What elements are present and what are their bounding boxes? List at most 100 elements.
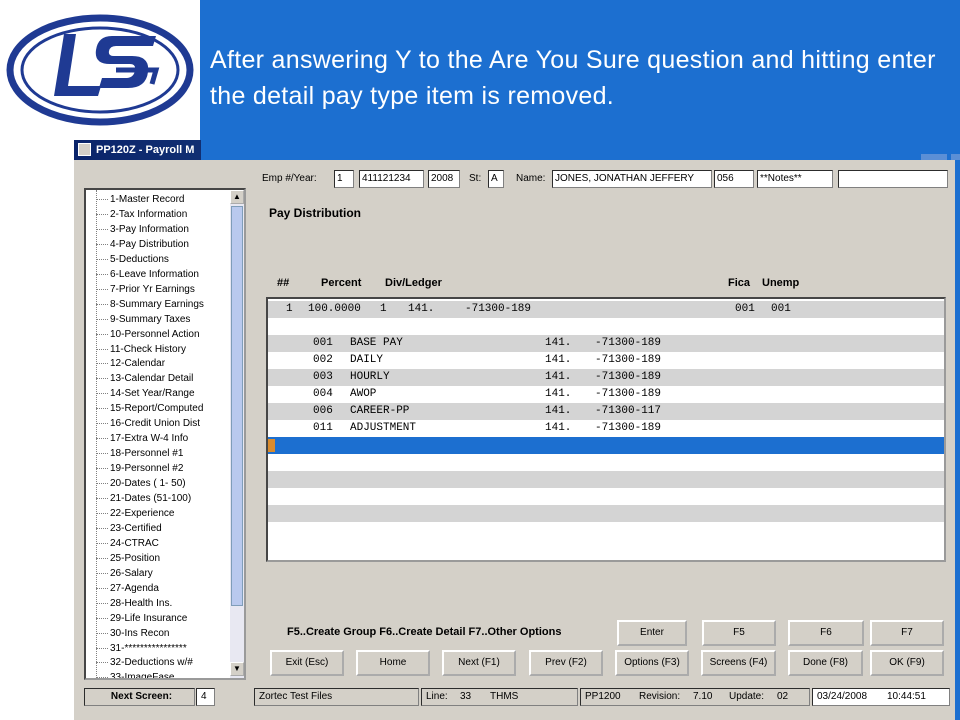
nav-item-label: 4-Pay Distribution <box>110 238 189 250</box>
row-acct: -71300-189 <box>595 337 662 349</box>
user-id: THMS <box>490 691 519 702</box>
pay-distribution-grid[interactable]: 1 100.0000 1 141. -71300-189 001 001 001… <box>266 297 946 562</box>
nav-item-label: 1-Master Record <box>110 194 185 205</box>
tree-branch <box>96 199 108 200</box>
current-row-marker <box>268 439 275 452</box>
table-row[interactable]: 002 DAILY 141. -71300-189 <box>268 352 944 369</box>
row-num: 1 <box>286 303 293 315</box>
emp-number-field[interactable]: 1 <box>334 170 354 188</box>
table-row[interactable] <box>268 318 944 335</box>
prev-button[interactable]: Prev (F2) <box>529 650 603 676</box>
row-fund: 141. <box>545 337 572 349</box>
tree-branch <box>96 542 108 544</box>
slide-caption: After answering Y to the Are You Sure qu… <box>210 46 936 110</box>
table-row[interactable]: 004 AWOP 141. -71300-189 <box>268 386 944 403</box>
row-desc: DAILY <box>350 354 384 366</box>
name-label: Name: <box>516 173 546 184</box>
tree-branch <box>96 498 108 499</box>
row-desc: CAREER-PP <box>350 405 410 417</box>
row-acct: -71300-117 <box>595 405 662 417</box>
status-bar: Next Screen: 4 Zortec Test Files Line: 3… <box>74 686 956 708</box>
enter-button[interactable]: Enter <box>617 620 687 646</box>
summary-row[interactable]: 1 100.0000 1 141. -71300-189 001 001 <box>268 301 944 318</box>
update-value: 02 <box>777 691 789 702</box>
name-field[interactable]: JONES, JONATHAN JEFFERY <box>552 170 712 188</box>
tree-branch <box>96 363 108 365</box>
exit-button[interactable]: Exit (Esc) <box>270 650 344 676</box>
col-header-percent: Percent <box>321 277 362 289</box>
row-fund: 141. <box>545 388 572 400</box>
table-row[interactable]: 003 HOURLY 141. -71300-189 <box>268 369 944 386</box>
revision-value: 7.10 <box>693 691 713 702</box>
scroll-down-icon[interactable]: ▼ <box>230 662 244 676</box>
options-button[interactable]: Options (F3) <box>615 650 689 676</box>
tree-branch <box>96 288 108 290</box>
nav-item-label: 20-Dates ( 1- 50) <box>110 478 186 490</box>
nav-scrollbar[interactable]: ▲ ▼ <box>230 190 244 678</box>
table-row[interactable]: 006 CAREER-PP 141. -71300-117 <box>268 403 944 420</box>
f7-button[interactable]: F7 <box>870 620 944 646</box>
line-label: Line: <box>426 691 448 702</box>
screen-nav-tree[interactable]: 1-Master Record 2-Tax Information 3-Pay In… <box>84 188 246 680</box>
nav-item-label: 19-Personnel #2 <box>110 463 184 475</box>
tree-branch <box>96 647 108 649</box>
table-row[interactable]: 011 ADJUSTMENT 141. -71300-189 <box>268 420 944 437</box>
payroll-window: PP120Z - Payroll M 1-Master Record 2-Tax … <box>73 140 960 720</box>
selected-row[interactable] <box>268 437 944 454</box>
table-row[interactable] <box>268 505 944 522</box>
table-row[interactable]: 001 BASE PAY 141. -71300-189 <box>268 335 944 352</box>
ls-logo-icon <box>6 14 194 126</box>
tree-branch <box>96 378 108 380</box>
code-field[interactable]: 056 <box>714 170 754 188</box>
nav-item-label: 6-Leave Information <box>110 268 199 280</box>
tree-branch <box>96 438 108 440</box>
screens-button[interactable]: Screens (F4) <box>701 650 776 676</box>
next-screen-input[interactable]: 4 <box>196 688 215 706</box>
row-code: 001 <box>313 337 333 349</box>
tree-branch <box>96 303 108 305</box>
col-header-fica: Fica <box>728 277 751 289</box>
next-button[interactable]: Next (F1) <box>442 650 516 676</box>
status-field[interactable]: A <box>488 170 504 188</box>
row-code: 006 <box>313 405 333 417</box>
done-button[interactable]: Done (F8) <box>788 650 863 676</box>
extra-field[interactable] <box>838 170 948 188</box>
table-row[interactable] <box>268 454 944 471</box>
tree-branch <box>96 512 108 514</box>
tree-branch <box>96 572 108 574</box>
scroll-up-icon[interactable]: ▲ <box>230 190 244 204</box>
f6-button[interactable]: F6 <box>788 620 864 646</box>
ssn-field[interactable]: 411121234 <box>359 170 424 188</box>
row-fica: 001 <box>735 303 755 315</box>
tree-branch <box>96 408 108 410</box>
app-icon <box>78 143 91 156</box>
nav-item-label: 22-Experience <box>110 507 175 519</box>
line-box: Line: 33 THMS <box>421 688 578 706</box>
f5-button[interactable]: F5 <box>702 620 776 646</box>
nav-item-label: 30-Ins Recon <box>110 627 170 639</box>
year-field[interactable]: 2008 <box>428 170 460 188</box>
row-percent: 100.0000 <box>308 303 361 315</box>
nav-item-label: 2-Tax Information <box>110 208 188 220</box>
table-row[interactable] <box>268 471 944 488</box>
nav-item-label: 28-Health Ins. <box>110 597 173 609</box>
tree-branch <box>96 557 108 559</box>
nav-item-label: 9-Summary Taxes <box>110 313 191 325</box>
nav-item-label: 10-Personnel Action <box>110 328 200 340</box>
col-header-num: ## <box>277 277 290 289</box>
row-fund: 141. <box>545 371 572 383</box>
tree-branch <box>96 243 108 245</box>
notes-field[interactable]: **Notes** <box>757 170 833 188</box>
row-account: -71300-189 <box>465 303 532 315</box>
nav-item-label: 3-Pay Information <box>110 223 189 235</box>
next-screen-label: Next Screen: <box>84 688 195 706</box>
ok-button[interactable]: OK (F9) <box>870 650 944 676</box>
nav-item-label: 12-Calendar <box>110 358 166 370</box>
scroll-thumb[interactable] <box>231 206 243 606</box>
tree-branch <box>96 258 108 260</box>
tree-branch <box>96 333 108 335</box>
row-code: 002 <box>313 354 333 366</box>
table-row[interactable] <box>268 488 944 505</box>
nav-item-label: 31-**************** <box>110 642 187 654</box>
home-button[interactable]: Home <box>356 650 430 676</box>
